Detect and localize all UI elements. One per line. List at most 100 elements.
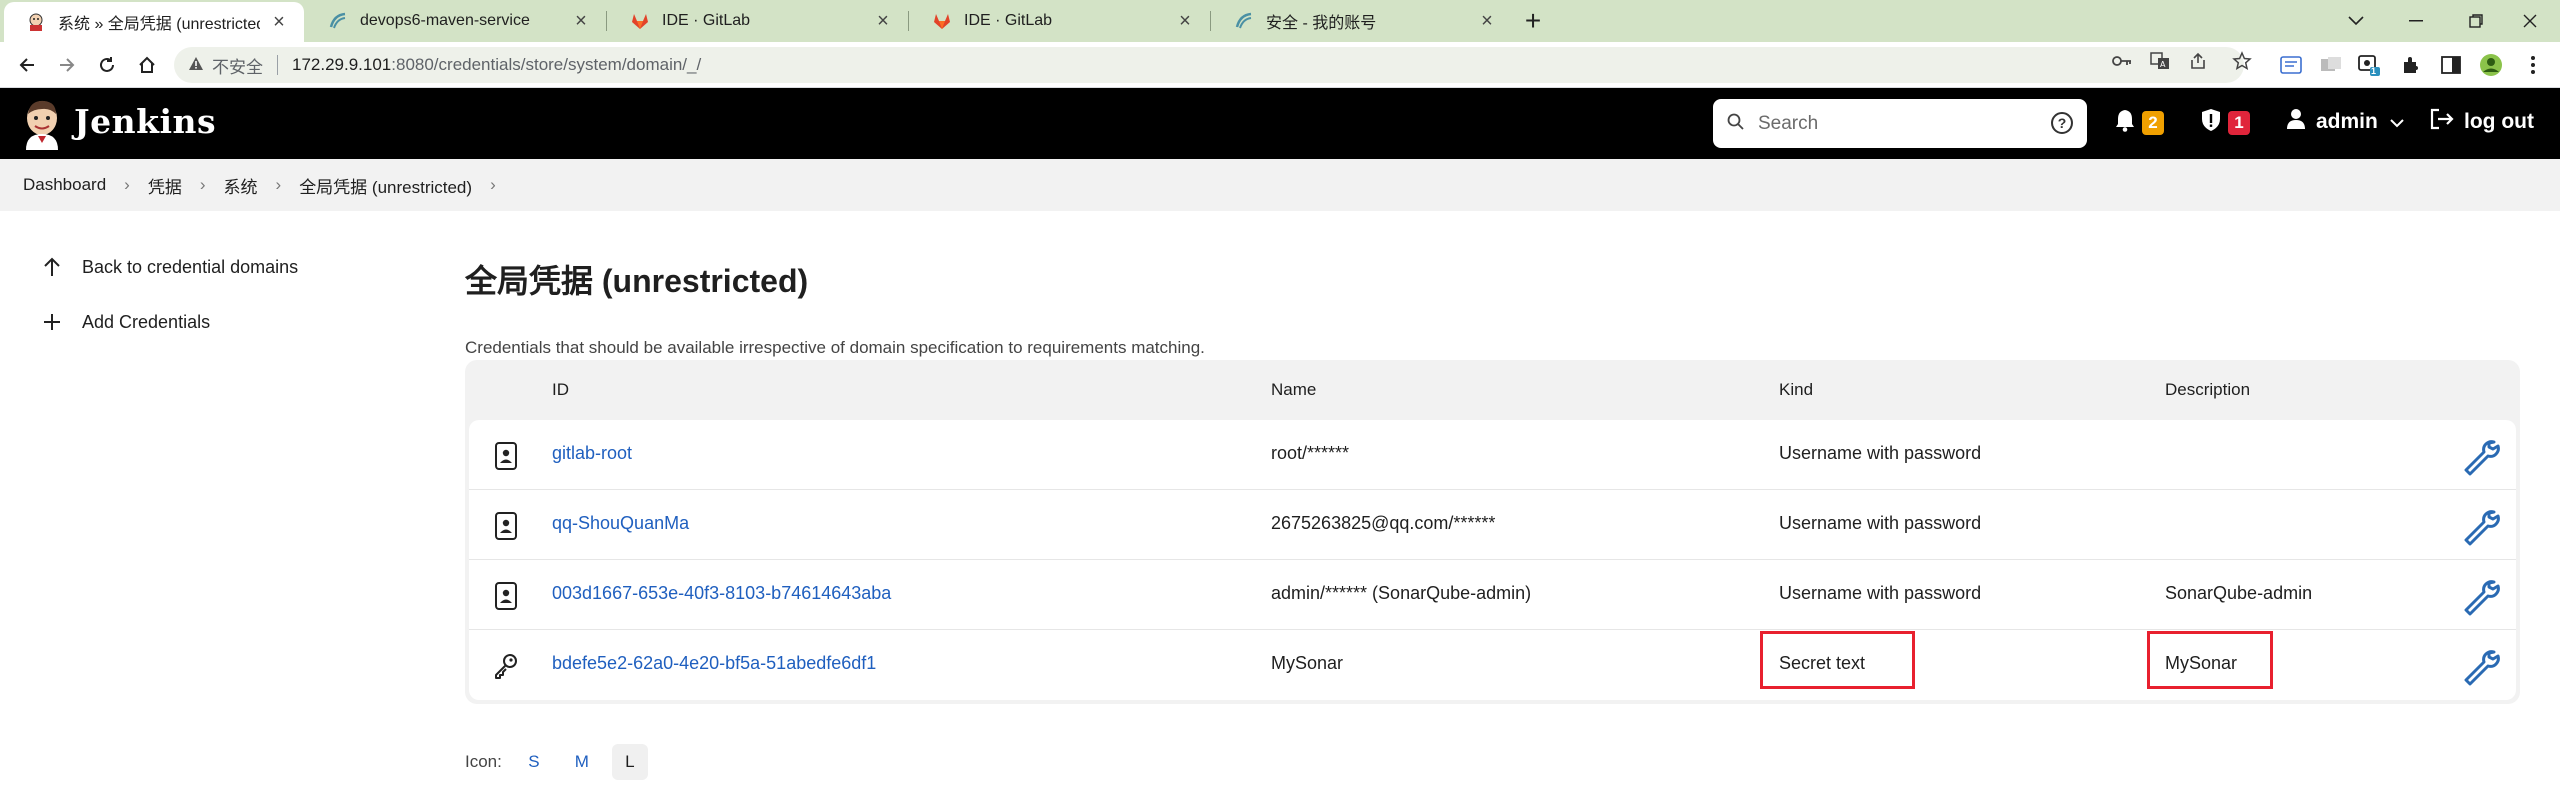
credential-name: admin/****** (SonarQube-admin): [1271, 583, 1532, 603]
help-icon[interactable]: ?: [2051, 112, 2073, 134]
forward-arrow-icon[interactable]: [52, 50, 82, 80]
breadcrumb-global-credentials[interactable]: 全局凭据 (unrestricted): [299, 173, 472, 198]
close-icon[interactable]: ×: [570, 10, 592, 33]
jenkins-logo-icon[interactable]: [22, 96, 62, 150]
plus-icon: [40, 310, 64, 334]
column-header-kind[interactable]: Kind: [1779, 380, 1813, 400]
shield-alert-icon: [2200, 108, 2222, 138]
svg-text:A: A: [2160, 60, 2166, 69]
tab-title: 安全 - 我的账号: [1266, 15, 1377, 32]
wrench-icon[interactable]: [2460, 436, 2500, 476]
user-card-icon: [495, 442, 517, 470]
browser-tab-strip: 系统 » 全局凭据 (unrestricted) | × devops6-mav…: [0, 0, 2560, 42]
icon-size-l[interactable]: L: [611, 744, 648, 780]
logout-label: log out: [2464, 110, 2534, 133]
security-alerts-button[interactable]: 1: [2200, 108, 2250, 138]
browser-tab-jenkins[interactable]: 系统 » 全局凭据 (unrestricted) | ×: [4, 2, 304, 42]
user-card-icon: [495, 582, 517, 610]
credential-id-link[interactable]: qq-ShouQuanMa: [552, 513, 689, 534]
arrow-up-icon: [40, 255, 64, 279]
breadcrumb-chevron-icon: ›: [199, 175, 206, 194]
close-icon[interactable]: ×: [1476, 10, 1498, 33]
breadcrumb-dashboard[interactable]: Dashboard: [23, 175, 106, 195]
user-menu[interactable]: admin: [2286, 108, 2404, 136]
wrench-icon[interactable]: [2460, 646, 2500, 686]
search-box[interactable]: ?: [1713, 99, 2087, 148]
credential-kind: Username with password: [1779, 513, 1982, 533]
password-key-icon[interactable]: [2111, 50, 2133, 72]
url-host: 172.29.9.101: [292, 55, 392, 74]
highlight-annotation-kind: [1760, 631, 1915, 689]
close-icon[interactable]: ×: [1174, 10, 1196, 33]
table-row: 003d1667-653e-40f3-8103-b74614643aba adm…: [469, 560, 2516, 630]
window-close-icon[interactable]: [2500, 2, 2560, 40]
browser-toolbar: 不安全 172.29.9.101:8080/credentials/store/…: [0, 42, 2560, 88]
credential-name: 2675263825@qq.com/******: [1271, 513, 1496, 533]
home-icon[interactable]: [132, 50, 162, 80]
browser-menu-icon[interactable]: [2520, 52, 2546, 78]
column-header-name[interactable]: Name: [1271, 380, 1316, 400]
reload-icon[interactable]: [92, 50, 122, 80]
jenkins-title[interactable]: Jenkins: [74, 102, 216, 141]
reading-list-icon[interactable]: [2278, 52, 2304, 78]
media-icon[interactable]: [2318, 52, 2344, 78]
tab-title: IDE · GitLab: [662, 12, 751, 29]
side-panel-icon[interactable]: [2438, 52, 2464, 78]
insecure-label[interactable]: 不安全: [212, 53, 263, 78]
share-icon[interactable]: [2187, 50, 2209, 72]
credential-name: root/******: [1271, 443, 1350, 463]
profile-avatar-icon[interactable]: [2478, 52, 2504, 78]
address-bar[interactable]: 不安全 172.29.9.101:8080/credentials/store/…: [174, 47, 2244, 83]
credential-id-link[interactable]: bdefe5e2-62a0-4e20-bf5a-51abedfe6df1: [552, 653, 876, 674]
extensions-puzzle-icon[interactable]: [2398, 52, 2424, 78]
add-credentials-link[interactable]: Add Credentials: [40, 310, 210, 334]
column-header-id[interactable]: ID: [552, 380, 569, 400]
new-tab-button[interactable]: +: [1518, 6, 1548, 36]
browser-tab-gitlab-1[interactable]: IDE · GitLab ×: [608, 0, 908, 42]
extension-badge: 1: [2371, 66, 2377, 76]
search-input[interactable]: [1758, 112, 2028, 135]
close-icon[interactable]: ×: [872, 10, 894, 33]
bookmark-star-icon[interactable]: [2231, 50, 2253, 72]
restore-icon[interactable]: [2446, 2, 2506, 40]
wrench-icon[interactable]: [2460, 506, 2500, 546]
wrench-icon[interactable]: [2460, 576, 2500, 616]
tab-separator: [908, 11, 909, 31]
tab-separator: [1210, 11, 1211, 31]
notifications-badge: 2: [2142, 111, 2164, 135]
credential-id-link[interactable]: 003d1667-653e-40f3-8103-b74614643aba: [552, 583, 891, 604]
user-name: admin: [2316, 110, 2378, 133]
minimize-icon[interactable]: [2386, 2, 2446, 40]
back-to-domains-link[interactable]: Back to credential domains: [40, 255, 298, 279]
bell-icon: [2114, 108, 2136, 138]
browser-tab-security[interactable]: 安全 - 我的账号 ×: [1212, 0, 1512, 42]
notifications-button[interactable]: 2: [2114, 108, 2164, 138]
browser-tab-gitlab-2[interactable]: IDE · GitLab ×: [910, 0, 1210, 42]
breadcrumb-chevron-icon: ›: [124, 175, 130, 194]
logout-icon: [2430, 108, 2456, 136]
breadcrumb: Dashboard › 凭据 › 系统 › 全局凭据 (unrestricted…: [0, 159, 2560, 211]
icon-size-m[interactable]: M: [564, 744, 600, 780]
translate-icon[interactable]: A: [2149, 50, 2171, 72]
icon-size-s[interactable]: S: [516, 744, 552, 780]
column-header-description[interactable]: Description: [2165, 380, 2250, 400]
back-arrow-icon[interactable]: [12, 50, 42, 80]
credential-id-link[interactable]: gitlab-root: [552, 443, 632, 464]
search-icon: [1727, 113, 1744, 135]
jenkins-favicon-icon: [26, 12, 46, 32]
extension-screenshot-icon[interactable]: 1: [2356, 52, 2382, 78]
chevron-down-icon: [2390, 110, 2404, 134]
tab-title: 系统 » 全局凭据 (unrestricted) |: [58, 16, 260, 33]
breadcrumb-credentials[interactable]: 凭据: [148, 173, 182, 198]
credential-name: MySonar: [1271, 653, 1344, 673]
breadcrumb-system[interactable]: 系统: [224, 173, 258, 198]
tab-separator: [606, 11, 607, 31]
tab-title: IDE · GitLab: [964, 12, 1053, 29]
logout-button[interactable]: log out: [2430, 108, 2534, 136]
breadcrumb-chevron-icon[interactable]: ›: [490, 175, 496, 195]
tab-search-chevron-icon[interactable]: [2326, 2, 2386, 40]
close-icon[interactable]: ×: [268, 11, 290, 34]
browser-tab-maven[interactable]: devops6-maven-service ×: [306, 0, 606, 42]
table-row: qq-ShouQuanMa 2675263825@qq.com/****** U…: [469, 490, 2516, 560]
warning-triangle-icon[interactable]: [188, 56, 204, 75]
